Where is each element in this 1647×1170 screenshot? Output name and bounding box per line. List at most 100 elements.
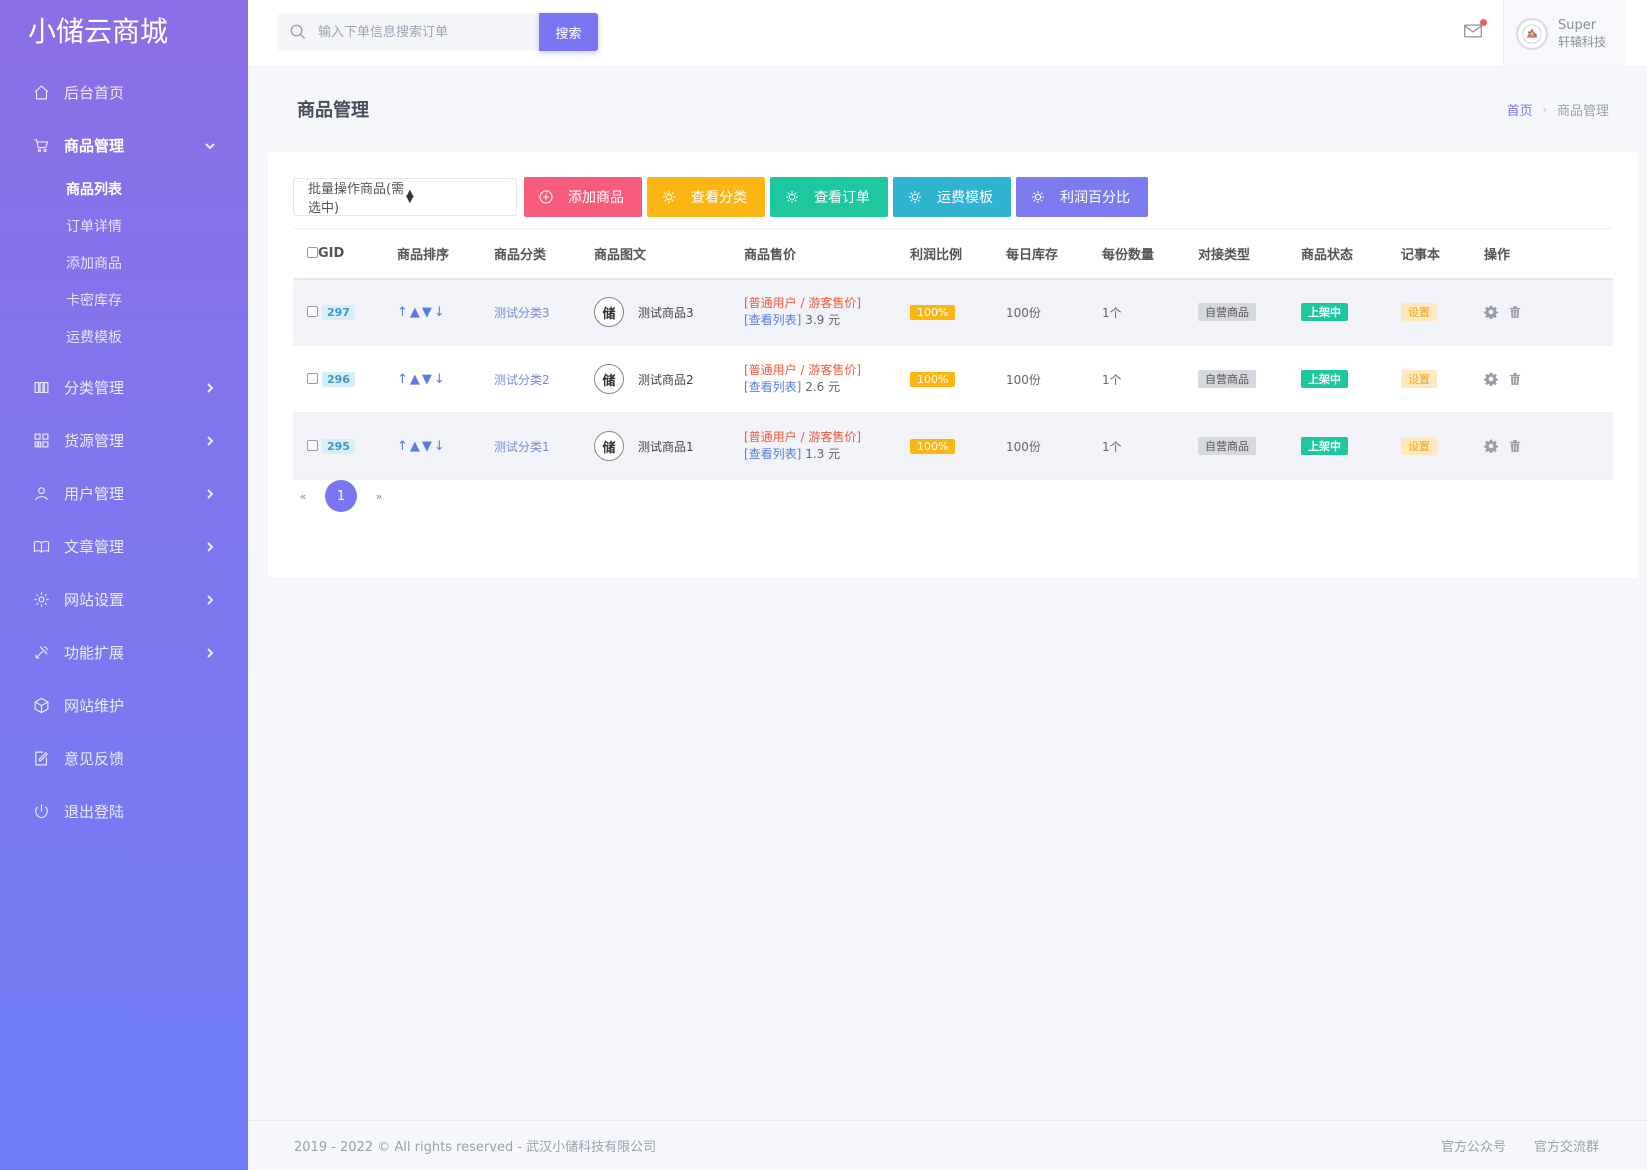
sidebar-item-label: 网站维护: [64, 697, 125, 715]
submenu-item-add-product[interactable]: 添加商品: [0, 246, 248, 283]
sidebar-item-dashboard[interactable]: 后台首页: [0, 66, 248, 119]
trash-icon[interactable]: [1508, 372, 1522, 386]
sidebar-item-sources[interactable]: 货源管理: [0, 414, 248, 467]
pager-next[interactable]: »: [369, 490, 389, 503]
chevron-right-icon: [204, 594, 216, 606]
sort-arrows[interactable]: ↑▲▼↓: [397, 439, 447, 454]
pager-prev[interactable]: «: [293, 490, 313, 503]
stock-value: 100份: [992, 278, 1088, 346]
header-product: 商品图文: [580, 228, 730, 280]
header-stock: 每日库存: [992, 228, 1088, 280]
box-icon: [32, 697, 50, 715]
brand-logo[interactable]: 小储云商城: [0, 0, 248, 60]
product-logo: 储: [594, 364, 624, 394]
row-checkbox[interactable]: [307, 372, 318, 384]
user-icon: [32, 485, 50, 503]
trash-icon[interactable]: [1508, 305, 1522, 319]
shipping-template-button[interactable]: 运费模板: [893, 177, 1011, 217]
sidebar-item-label: 退出登陆: [64, 803, 125, 821]
gid-badge: 296: [322, 371, 355, 387]
header-profit: 利润比例: [896, 228, 992, 280]
sidebar-item-feedback[interactable]: 意见反馈: [0, 732, 248, 785]
profit-badge: 100%: [910, 438, 956, 454]
breadcrumb-home-link[interactable]: 首页: [1507, 100, 1533, 119]
sidebar-item-label: 文章管理: [64, 538, 125, 556]
product-table: GID 商品排序 商品分类 商品图文 商品售价 利润比例 每日库存 每份数量 对…: [293, 228, 1613, 480]
user-menu[interactable]: Super 轩辕科技: [1503, 0, 1625, 67]
gear-icon[interactable]: [1484, 305, 1498, 320]
submenu-item-order-detail[interactable]: 订单详情: [0, 209, 248, 246]
sidebar-item-users[interactable]: 用户管理: [0, 467, 248, 520]
view-order-button[interactable]: 查看订单: [770, 177, 888, 217]
search-button[interactable]: 搜索: [539, 13, 598, 51]
sidebar-item-label: 商品管理: [64, 137, 125, 155]
submenu-item-card-stock[interactable]: 卡密库存: [0, 283, 248, 320]
chevron-right-icon: ›: [1542, 103, 1547, 116]
chevron-right-icon: [204, 488, 216, 500]
grid-icon: [32, 432, 50, 450]
view-category-button[interactable]: 查看分类: [647, 177, 765, 217]
note-badge[interactable]: 设置: [1401, 370, 1437, 388]
note-badge[interactable]: 设置: [1401, 437, 1437, 455]
row-checkbox[interactable]: [307, 305, 318, 317]
sort-arrows[interactable]: ↑▲▼↓: [397, 305, 447, 320]
price-list-link[interactable]: [查看列表]: [744, 380, 801, 394]
add-product-button[interactable]: 添加商品: [524, 177, 642, 217]
mail-icon[interactable]: [1463, 19, 1487, 42]
view-order-label: 查看订单: [814, 190, 870, 206]
category-link[interactable]: 测试分类1: [494, 440, 550, 454]
row-checkbox[interactable]: [307, 439, 318, 451]
table-row: 296 ↑▲▼↓ 测试分类2 储测试商品2 [普通用户 / 游客售价] [查看列表…: [293, 345, 1613, 413]
header-status: 商品状态: [1287, 228, 1387, 280]
user-org: 轩辕科技: [1558, 34, 1607, 49]
product-card: 批量操作商品(需选中) ▲ ▼ 添加商品 查看分类 查看订单 运费模板 利润百分比…: [268, 152, 1638, 578]
price-label: [普通用户 / 游客售价]: [744, 430, 862, 444]
batch-action-select[interactable]: 批量操作商品(需选中) ▲ ▼: [293, 178, 517, 216]
stock-value: 100份: [992, 412, 1088, 480]
sidebar-item-categories[interactable]: 分类管理: [0, 361, 248, 414]
product-name: 测试商品1: [638, 439, 694, 454]
header-label: GID: [318, 245, 345, 261]
price-list-link[interactable]: [查看列表]: [744, 313, 801, 327]
sidebar-item-logout[interactable]: 退出登陆: [0, 785, 248, 838]
pager-page-current[interactable]: 1: [325, 480, 357, 512]
shipping-template-label: 运费模板: [937, 190, 993, 206]
footer-link-group[interactable]: 官方交流群: [1534, 1136, 1599, 1155]
topbar: 搜索 Super 轩辕科技: [248, 0, 1647, 67]
submenu-item-product-list[interactable]: 商品列表: [0, 172, 248, 209]
price-list-link[interactable]: [查看列表]: [744, 447, 801, 461]
type-badge: 自营商品: [1198, 437, 1256, 455]
sidebar-item-maintenance[interactable]: 网站维护: [0, 679, 248, 732]
chevron-right-icon: [204, 435, 216, 447]
trash-icon[interactable]: [1508, 439, 1522, 453]
sidebar-item-articles[interactable]: 文章管理: [0, 520, 248, 573]
gear-icon[interactable]: [1484, 372, 1498, 386]
sidebar-item-settings[interactable]: 网站设置: [0, 573, 248, 626]
search-input[interactable]: [318, 24, 528, 40]
sidebar-item-products[interactable]: 商品管理: [0, 119, 248, 172]
footer: 2019 - 2022 © All rights reserved - 武汉小储…: [248, 1120, 1647, 1170]
footer-link-official-account[interactable]: 官方公众号: [1441, 1136, 1506, 1155]
sort-arrows[interactable]: ↑▲▼↓: [397, 372, 447, 387]
status-badge[interactable]: 上架中: [1301, 437, 1348, 455]
table-row: 297 ↑▲▼↓ 测试分类3 储测试商品3 [普通用户 / 游客售价] [查看列表…: [293, 278, 1613, 346]
status-badge[interactable]: 上架中: [1301, 303, 1348, 322]
status-badge[interactable]: 上架中: [1301, 370, 1348, 388]
profit-badge: 100%: [910, 304, 956, 320]
gid-badge: 295: [322, 438, 355, 454]
sidebar-item-extensions[interactable]: 功能扩展: [0, 626, 248, 679]
gear-icon[interactable]: [1484, 439, 1498, 453]
select-all-checkbox[interactable]: [307, 246, 318, 258]
category-link[interactable]: 测试分类3: [494, 306, 550, 320]
submenu-item-shipping-template[interactable]: 运费模板: [0, 320, 248, 357]
home-icon: [32, 84, 50, 102]
gear-icon: [909, 191, 921, 203]
sidebar: 小储云商城 后台首页 商品管理 商品列表 订单详情 添加商品 卡密库存 运费模板…: [0, 0, 248, 1170]
category-link[interactable]: 测试分类2: [494, 373, 550, 387]
note-badge[interactable]: 设置: [1401, 303, 1437, 322]
search-icon: [278, 23, 318, 41]
chevron-right-icon: [204, 647, 216, 659]
profit-percent-label: 利润百分比: [1060, 190, 1130, 206]
profit-percent-button[interactable]: 利润百分比: [1016, 177, 1148, 217]
edit-icon: [32, 750, 50, 768]
